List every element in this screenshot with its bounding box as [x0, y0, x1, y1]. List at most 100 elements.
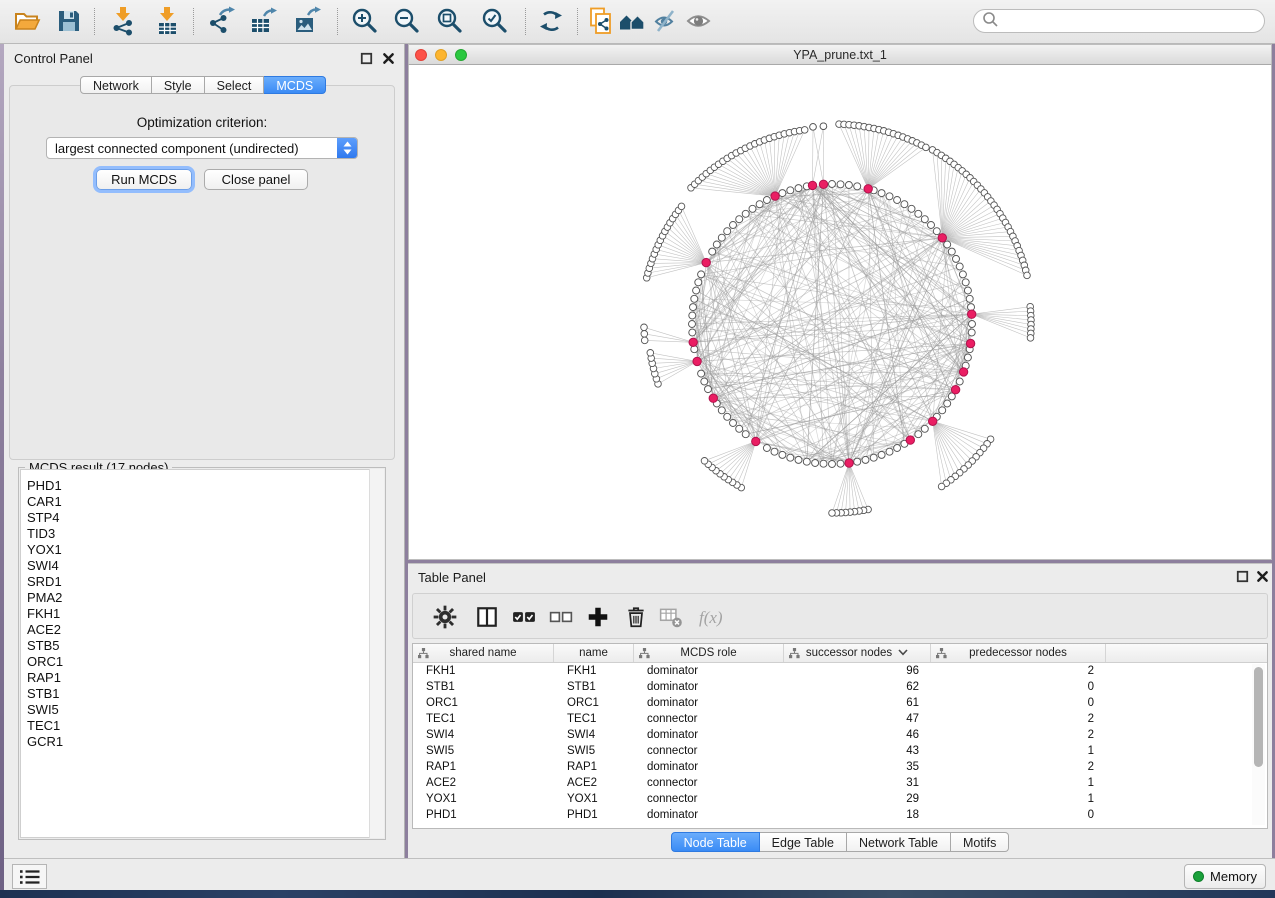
mcds-result-item[interactable]: SWI5 — [27, 702, 383, 718]
table-cell[interactable]: 18 — [784, 809, 931, 821]
table-cell[interactable]: SWI4 — [554, 729, 634, 741]
table-scrollbar[interactable] — [1252, 664, 1265, 825]
mcds-result-list[interactable]: PHD1CAR1STP4TID3YOX1SWI4SRD1PMA2FKH1ACE2… — [20, 469, 384, 838]
table-row[interactable]: PHD1PHD1dominator180 — [413, 807, 1267, 823]
table-cell[interactable]: STB1 — [554, 681, 634, 693]
table-cell[interactable]: ORC1 — [413, 697, 554, 709]
table-cell[interactable]: dominator — [634, 681, 784, 693]
hide-selected-icon[interactable] — [652, 6, 682, 36]
table-row[interactable]: SWI4SWI4dominator462 — [413, 727, 1267, 743]
column-header-successor-nodes[interactable]: successor nodes — [784, 644, 931, 662]
table-cell[interactable]: 1 — [931, 745, 1106, 757]
table-cell[interactable]: 0 — [931, 809, 1106, 821]
table-cell[interactable]: SWI5 — [413, 745, 554, 757]
network-graph-canvas[interactable] — [408, 65, 1272, 560]
tab-motifs[interactable]: Motifs — [951, 832, 1009, 852]
column-header-predecessor-nodes[interactable]: predecessor nodes — [931, 644, 1106, 662]
zoom-selected-icon[interactable] — [480, 6, 510, 36]
import-table-icon[interactable] — [152, 6, 182, 36]
export-network-icon[interactable] — [206, 6, 236, 36]
table-cell[interactable]: PHD1 — [554, 809, 634, 821]
delete-table-icon[interactable] — [659, 605, 683, 629]
mcds-result-item[interactable]: ORC1 — [27, 654, 383, 670]
mcds-result-item[interactable]: TEC1 — [27, 718, 383, 734]
zoom-out-icon[interactable] — [392, 6, 422, 36]
table-cell[interactable]: dominator — [634, 665, 784, 677]
mcds-result-item[interactable]: FKH1 — [27, 606, 383, 622]
table-settings-icon[interactable] — [433, 605, 457, 629]
mcds-result-item[interactable]: STB1 — [27, 686, 383, 702]
table-cell[interactable]: 31 — [784, 777, 931, 789]
memory-button[interactable]: Memory — [1184, 864, 1266, 889]
table-cell[interactable]: 0 — [931, 697, 1106, 709]
table-cell[interactable]: connector — [634, 713, 784, 725]
table-row[interactable]: TEC1TEC1connector472 — [413, 711, 1267, 727]
mcds-result-item[interactable]: YOX1 — [27, 542, 383, 558]
table-row[interactable]: ACE2ACE2connector311 — [413, 775, 1267, 791]
table-cell[interactable]: 47 — [784, 713, 931, 725]
table-cell[interactable]: 2 — [931, 761, 1106, 773]
column-header-mcds-role[interactable]: MCDS role — [634, 644, 784, 662]
table-cell[interactable]: 43 — [784, 745, 931, 757]
table-cell[interactable]: dominator — [634, 697, 784, 709]
table-cell[interactable]: 0 — [931, 681, 1106, 693]
table-cell[interactable]: FKH1 — [554, 665, 634, 677]
table-cell[interactable]: 1 — [931, 777, 1106, 789]
table-row[interactable]: YOX1YOX1connector291 — [413, 791, 1267, 807]
mcds-result-item[interactable]: TID3 — [27, 526, 383, 542]
mcds-result-item[interactable]: CAR1 — [27, 494, 383, 510]
table-cell[interactable]: 35 — [784, 761, 931, 773]
delete-column-icon[interactable] — [624, 605, 648, 629]
function-builder-fx-icon[interactable]: f(x) — [697, 605, 737, 629]
table-cell[interactable]: PHD1 — [413, 809, 554, 821]
table-cell[interactable]: connector — [634, 745, 784, 757]
table-cell[interactable]: TEC1 — [554, 713, 634, 725]
export-table-icon[interactable] — [248, 6, 278, 36]
table-cell[interactable]: 2 — [931, 665, 1106, 677]
table-cell[interactable]: ORC1 — [554, 697, 634, 709]
table-row[interactable]: STB1STB1dominator620 — [413, 679, 1267, 695]
tab-node-table[interactable]: Node Table — [671, 832, 760, 852]
select-all-icon[interactable] — [512, 605, 536, 629]
zoom-fit-icon[interactable] — [435, 6, 465, 36]
table-cell[interactable]: FKH1 — [413, 665, 554, 677]
table-cell[interactable]: ACE2 — [413, 777, 554, 789]
table-cell[interactable]: connector — [634, 777, 784, 789]
table-cell[interactable]: 2 — [931, 729, 1106, 741]
mcds-result-item[interactable]: PMA2 — [27, 590, 383, 606]
table-cell[interactable]: 29 — [784, 793, 931, 805]
table-cell[interactable]: YOX1 — [554, 793, 634, 805]
table-row[interactable]: FKH1FKH1dominator962 — [413, 663, 1267, 679]
tab-network[interactable]: Network — [80, 76, 152, 94]
search-box[interactable] — [973, 9, 1265, 33]
refresh-view-icon[interactable] — [536, 6, 566, 36]
mcds-result-item[interactable]: GCR1 — [27, 734, 383, 750]
add-column-icon[interactable] — [586, 605, 610, 629]
table-cell[interactable]: STB1 — [413, 681, 554, 693]
table-cell[interactable]: 46 — [784, 729, 931, 741]
table-cell[interactable]: TEC1 — [413, 713, 554, 725]
optimization-criterion-select[interactable]: largest connected component (undirected) — [46, 137, 358, 159]
export-image-icon[interactable] — [292, 6, 322, 36]
search-input[interactable] — [1003, 13, 1256, 29]
mcds-result-item[interactable]: PHD1 — [27, 478, 383, 494]
table-cell[interactable]: 96 — [784, 665, 931, 677]
import-network-icon[interactable] — [108, 6, 138, 36]
table-cell[interactable]: SWI4 — [413, 729, 554, 741]
table-row[interactable]: ORC1ORC1dominator610 — [413, 695, 1267, 711]
mcds-result-item[interactable]: ACE2 — [27, 622, 383, 638]
column-header-name[interactable]: name — [554, 644, 634, 662]
new-network-from-selection-icon[interactable] — [586, 6, 616, 36]
unselect-all-icon[interactable] — [549, 605, 573, 629]
show-all-icon[interactable] — [684, 6, 714, 36]
close-panel-button[interactable]: Close panel — [204, 169, 308, 190]
table-cell[interactable]: connector — [634, 793, 784, 805]
table-row[interactable]: RAP1RAP1dominator352 — [413, 759, 1267, 775]
first-neighbors-icon[interactable] — [618, 6, 648, 36]
table-row[interactable]: SWI5SWI5connector431 — [413, 743, 1267, 759]
table-cell[interactable]: SWI5 — [554, 745, 634, 757]
table-cell[interactable]: RAP1 — [413, 761, 554, 773]
table-cell[interactable]: dominator — [634, 729, 784, 741]
table-cell[interactable]: YOX1 — [413, 793, 554, 805]
zoom-in-icon[interactable] — [350, 6, 380, 36]
